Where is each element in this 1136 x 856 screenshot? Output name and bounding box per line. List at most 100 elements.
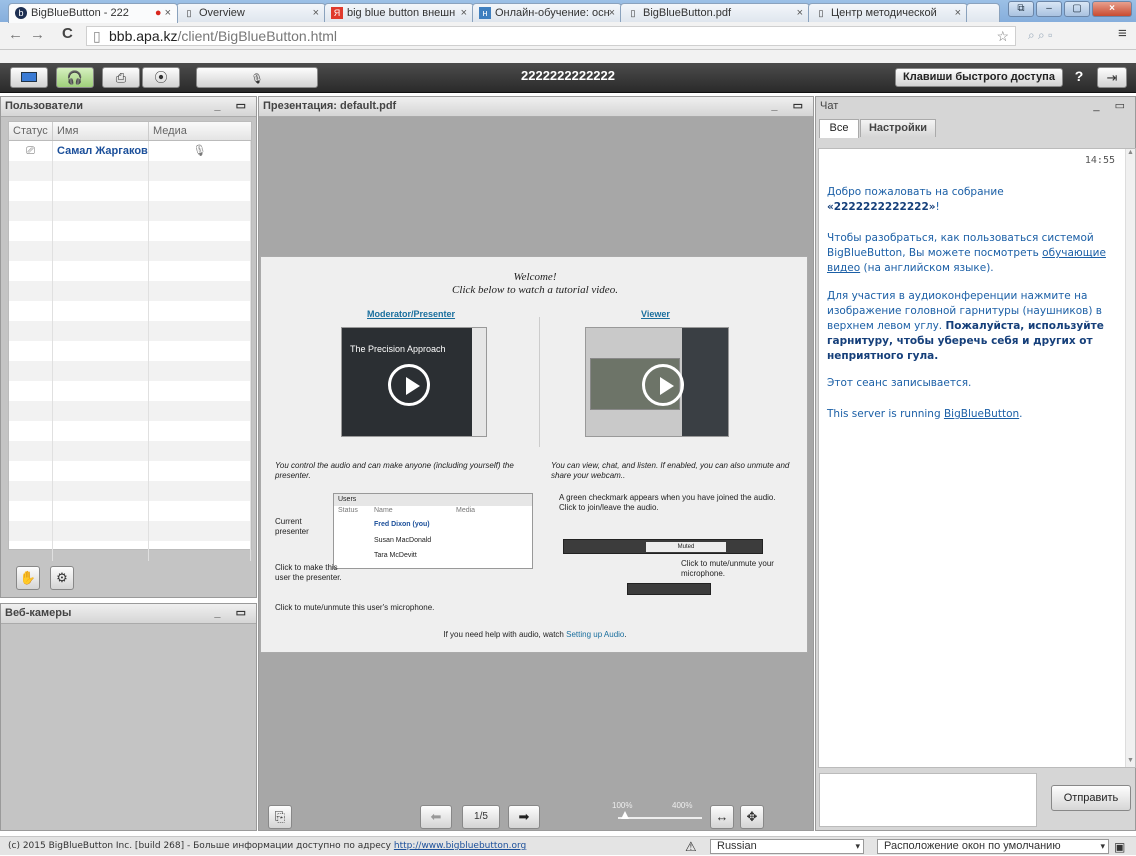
webcams-panel-header: Веб-камеры _ ▭ — [1, 604, 256, 624]
next-slide-button[interactable]: ➡ — [508, 805, 540, 829]
moderator-video-thumbnail[interactable]: The Precision Approach — [341, 327, 487, 437]
tab-title: Онлайн-обучение: осн — [495, 7, 610, 19]
play-icon[interactable] — [388, 364, 430, 406]
moderator-link[interactable]: Moderator/Presenter — [367, 309, 455, 319]
chat-message: Чтобы разобраться, как пользоваться сист… — [827, 231, 1119, 276]
window-maximize-icon[interactable]: ▢ — [1064, 1, 1090, 17]
cell — [149, 481, 251, 501]
cell — [53, 481, 149, 501]
users-panel-header: Пользователи _ ▭ — [1, 97, 256, 117]
reload-icon[interactable]: C — [62, 25, 73, 42]
chat-messages: 14:55 Добро пожаловать на собрание «2222… — [818, 148, 1136, 768]
send-button[interactable]: Отправить — [1051, 785, 1131, 811]
panel-controls[interactable]: _ ▭ — [214, 97, 252, 115]
scroll-down-icon[interactable]: ▼ — [1126, 757, 1135, 767]
msg5-prefix: This server is running — [827, 408, 944, 420]
url-path: /client/BigBlueButton.html — [177, 28, 338, 44]
mini-row-name: Fred Dixon (you) — [374, 521, 430, 528]
table-row[interactable]: ⎚ Самал Жаргакова ( 🎙 — [9, 141, 251, 161]
upload-button[interactable]: ⎘ — [268, 805, 292, 829]
setting-up-audio-link[interactable]: Setting up Audio — [566, 630, 624, 639]
scroll-up-icon[interactable]: ▲ — [1126, 149, 1135, 159]
browser-tab-bbb[interactable]: b BigBlueButton - 222 ● × — [8, 3, 178, 23]
logout-button[interactable]: ⇥ — [1097, 67, 1127, 88]
window-close-icon[interactable]: × — [1092, 1, 1132, 17]
layout-apply-icon[interactable]: ▣ — [1114, 838, 1125, 856]
presenter-icon[interactable]: ⎚ — [9, 141, 53, 161]
forward-icon[interactable]: → — [30, 26, 45, 43]
back-icon[interactable]: ← — [8, 26, 23, 43]
browser-tab-yandex[interactable]: Я big blue button внешн × — [324, 3, 474, 22]
extension-icon[interactable]: ⌕ ⌕ ▫ — [1028, 28, 1052, 43]
chat-input[interactable] — [819, 773, 1037, 827]
microphone-icon[interactable]: 🎙 — [149, 141, 251, 161]
zoom-slider-thumb[interactable] — [621, 811, 629, 819]
bbb-icon: b — [15, 7, 27, 19]
fit-width-button[interactable]: ↔ — [710, 805, 734, 829]
help-button[interactable]: ? — [1069, 68, 1089, 87]
microphone-icon: 🎙 — [250, 74, 264, 85]
window-restore-icon[interactable]: ⧉ — [1008, 1, 1034, 17]
users-grid-rows: ⎚ Самал Жаргакова ( 🎙 — [9, 141, 251, 561]
language-select[interactable]: Russian ▾ — [710, 839, 864, 854]
click-make-note: Click to make this user the presenter. — [275, 563, 342, 582]
play-icon[interactable] — [642, 364, 684, 406]
bbb-toolbar: 🎧 ⎙ ⦿ 🎙 2222222222222 Клавиши быстрого д… — [0, 63, 1136, 93]
cell — [149, 181, 251, 201]
cell — [9, 521, 53, 541]
warning-icon[interactable]: ⚠ — [685, 838, 697, 856]
close-icon[interactable]: × — [461, 4, 467, 22]
previous-slide-button[interactable]: ⬅ — [420, 805, 452, 829]
headset-button[interactable]: 🎧 — [56, 67, 94, 88]
record-button[interactable]: ⦿ — [142, 67, 180, 88]
fit-page-button[interactable]: ✥ — [740, 805, 764, 829]
shortcuts-button[interactable]: Клавиши быстрого доступа — [895, 68, 1063, 87]
column-status[interactable]: Статус — [9, 122, 53, 140]
cell — [53, 221, 149, 241]
new-tab-button[interactable] — [966, 3, 1000, 22]
viewer-link[interactable]: Viewer — [641, 309, 670, 319]
table-row — [9, 241, 251, 261]
menu-icon[interactable]: ≡ — [1118, 25, 1127, 42]
page-indicator[interactable]: 1/5 — [462, 805, 500, 829]
close-icon[interactable]: ● × — [155, 4, 171, 22]
mini-row-name: Tara McDevitt — [374, 552, 417, 559]
table-row — [9, 161, 251, 181]
column-name[interactable]: Имя — [53, 122, 149, 140]
close-icon[interactable]: × — [609, 4, 615, 22]
browser-tab-online[interactable]: н Онлайн-обучение: осн × — [472, 3, 622, 22]
presentation-slide: Welcome! Click below to watch a tutorial… — [260, 256, 808, 653]
panel-controls[interactable]: _ ▭ — [1093, 97, 1131, 115]
tab-settings[interactable]: Настройки — [860, 119, 936, 137]
cell — [53, 401, 149, 421]
cell — [53, 461, 149, 481]
screen-share-button[interactable] — [10, 67, 48, 88]
msg1-prefix: Добро пожаловать на собрание — [827, 186, 1004, 198]
webcam-button[interactable]: ⎙ — [102, 67, 140, 88]
table-row — [9, 541, 251, 561]
browser-tab-overview[interactable]: ▯ Overview × — [176, 3, 326, 22]
zoom-slider[interactable] — [618, 817, 702, 819]
url-input[interactable]: ▯ bbb.apa.kz/client/BigBlueButton.html ☆ — [86, 26, 1016, 46]
close-icon[interactable]: × — [955, 4, 961, 22]
close-icon[interactable]: × — [797, 4, 803, 22]
star-icon[interactable]: ☆ — [996, 27, 1009, 45]
layout-select[interactable]: Расположение окон по умолчанию ▾ — [877, 839, 1109, 854]
bbb-link[interactable]: BigBlueButton — [944, 408, 1019, 420]
bbb-site-link[interactable]: http://www.bigbluebutton.org — [394, 841, 526, 851]
browser-tab-pdf[interactable]: ▯ BigBlueButton.pdf × — [620, 3, 810, 22]
window-minimize-icon[interactable]: ‒ — [1036, 1, 1062, 17]
settings-button[interactable]: ⚙ — [50, 566, 74, 590]
viewer-video-thumbnail[interactable] — [585, 327, 729, 437]
column-media[interactable]: Медиа — [149, 122, 251, 140]
cell — [149, 461, 251, 481]
tab-all[interactable]: Все — [819, 119, 859, 138]
raise-hand-button[interactable]: ✋ — [16, 566, 40, 590]
chat-scrollbar[interactable]: ▲ ▼ — [1125, 149, 1135, 767]
close-icon[interactable]: × — [313, 4, 319, 22]
microphone-button[interactable]: 🎙 — [196, 67, 318, 88]
panel-controls[interactable]: _ ▭ — [771, 97, 809, 115]
panel-controls[interactable]: _ ▭ — [214, 604, 252, 622]
browser-tab-center[interactable]: ▯ Центр методической × — [808, 3, 968, 22]
table-row — [9, 381, 251, 401]
